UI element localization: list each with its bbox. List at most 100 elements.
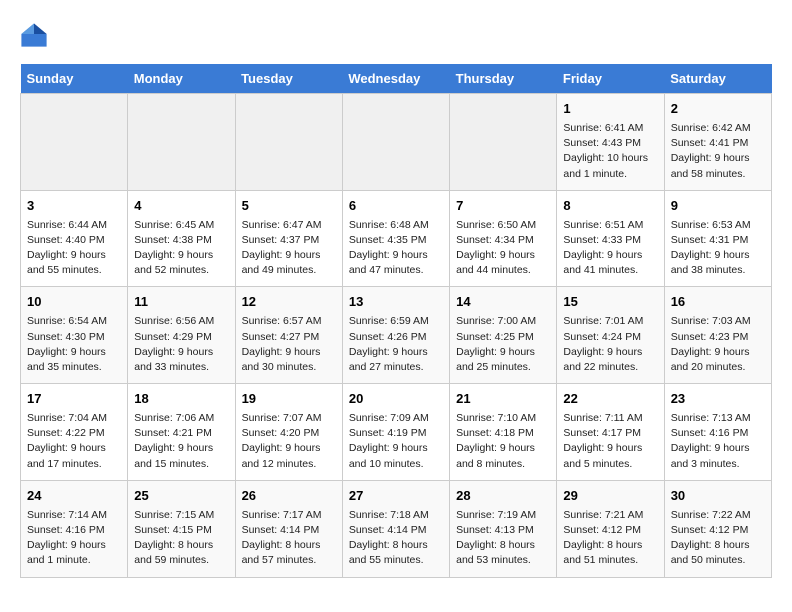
day-info: Sunrise: 6:41 AM Sunset: 4:43 PM Dayligh…: [563, 121, 657, 182]
calendar-cell: 20 Sunrise: 7:09 AM Sunset: 4:19 PM Dayli…: [342, 384, 449, 481]
day-info: Sunrise: 7:04 AM Sunset: 4:22 PM Dayligh…: [27, 411, 121, 472]
calendar-cell: [128, 94, 235, 191]
day-info: Sunrise: 6:42 AM Sunset: 4:41 PM Dayligh…: [671, 121, 765, 182]
calendar-cell: 29 Sunrise: 7:21 AM Sunset: 4:12 PM Dayli…: [557, 480, 664, 577]
calendar-cell: 14 Sunrise: 7:00 AM Sunset: 4:25 PM Dayli…: [450, 287, 557, 384]
calendar-cell: 25 Sunrise: 7:15 AM Sunset: 4:15 PM Dayli…: [128, 480, 235, 577]
calendar-week-2: 3Sunrise: 6:44 AM Sunset: 4:40 PM Daylig…: [21, 190, 772, 287]
day-info: Sunrise: 7:00 AM Sunset: 4:25 PM Dayligh…: [456, 314, 550, 375]
calendar-cell: 18Sunrise: 7:06 AM Sunset: 4:21 PM Dayli…: [128, 384, 235, 481]
day-number: 24: [27, 487, 121, 506]
day-info: Sunrise: 7:18 AM Sunset: 4:14 PM Dayligh…: [349, 508, 443, 569]
day-number: 11: [134, 293, 228, 312]
day-number: 15: [563, 293, 657, 312]
day-header-sunday: Sunday: [21, 64, 128, 94]
calendar-cell: 7 Sunrise: 6:50 AM Sunset: 4:34 PM Daylig…: [450, 190, 557, 287]
calendar-week-3: 10Sunrise: 6:54 AM Sunset: 4:30 PM Dayli…: [21, 287, 772, 384]
day-number: 6: [349, 197, 443, 216]
day-number: 29: [563, 487, 657, 506]
day-number: 30: [671, 487, 765, 506]
calendar-cell: 15 Sunrise: 7:01 AM Sunset: 4:24 PM Dayli…: [557, 287, 664, 384]
calendar-cell: [21, 94, 128, 191]
calendar-week-4: 17 Sunrise: 7:04 AM Sunset: 4:22 PM Dayli…: [21, 384, 772, 481]
day-number: 18: [134, 390, 228, 409]
calendar-cell: [235, 94, 342, 191]
calendar-cell: 4 Sunrise: 6:45 AM Sunset: 4:38 PM Daylig…: [128, 190, 235, 287]
day-header-saturday: Saturday: [664, 64, 771, 94]
day-info: Sunrise: 7:09 AM Sunset: 4:19 PM Dayligh…: [349, 411, 443, 472]
calendar-cell: 16 Sunrise: 7:03 AM Sunset: 4:23 PM Dayli…: [664, 287, 771, 384]
day-info: Sunrise: 7:14 AM Sunset: 4:16 PM Dayligh…: [27, 508, 121, 569]
day-number: 7: [456, 197, 550, 216]
day-info: Sunrise: 6:53 AM Sunset: 4:31 PM Dayligh…: [671, 218, 765, 279]
calendar-cell: 2 Sunrise: 6:42 AM Sunset: 4:41 PM Daylig…: [664, 94, 771, 191]
day-info: Sunrise: 7:21 AM Sunset: 4:12 PM Dayligh…: [563, 508, 657, 569]
day-header-friday: Friday: [557, 64, 664, 94]
day-number: 26: [242, 487, 336, 506]
day-number: 19: [242, 390, 336, 409]
calendar-cell: [342, 94, 449, 191]
day-number: 27: [349, 487, 443, 506]
calendar-cell: 22 Sunrise: 7:11 AM Sunset: 4:17 PM Dayli…: [557, 384, 664, 481]
calendar-table: SundayMondayTuesdayWednesdayThursdayFrid…: [20, 64, 772, 578]
day-header-wednesday: Wednesday: [342, 64, 449, 94]
calendar-cell: 6 Sunrise: 6:48 AM Sunset: 4:35 PM Daylig…: [342, 190, 449, 287]
logo: [20, 20, 52, 48]
day-info: Sunrise: 7:19 AM Sunset: 4:13 PM Dayligh…: [456, 508, 550, 569]
calendar-cell: 30 Sunrise: 7:22 AM Sunset: 4:12 PM Dayli…: [664, 480, 771, 577]
calendar-cell: 17 Sunrise: 7:04 AM Sunset: 4:22 PM Dayli…: [21, 384, 128, 481]
calendar-cell: 23Sunrise: 7:13 AM Sunset: 4:16 PM Dayli…: [664, 384, 771, 481]
day-number: 1: [563, 100, 657, 119]
day-number: 14: [456, 293, 550, 312]
day-info: Sunrise: 7:13 AM Sunset: 4:16 PM Dayligh…: [671, 411, 765, 472]
calendar-cell: 28 Sunrise: 7:19 AM Sunset: 4:13 PM Dayli…: [450, 480, 557, 577]
day-header-thursday: Thursday: [450, 64, 557, 94]
day-number: 21: [456, 390, 550, 409]
calendar-cell: 1 Sunrise: 6:41 AM Sunset: 4:43 PM Daylig…: [557, 94, 664, 191]
calendar-cell: 13 Sunrise: 6:59 AM Sunset: 4:26 PM Dayli…: [342, 287, 449, 384]
day-info: Sunrise: 7:01 AM Sunset: 4:24 PM Dayligh…: [563, 314, 657, 375]
calendar-cell: 10Sunrise: 6:54 AM Sunset: 4:30 PM Dayli…: [21, 287, 128, 384]
calendar-cell: 9 Sunrise: 6:53 AM Sunset: 4:31 PM Daylig…: [664, 190, 771, 287]
day-info: Sunrise: 7:10 AM Sunset: 4:18 PM Dayligh…: [456, 411, 550, 472]
page-header: [20, 20, 772, 48]
day-info: Sunrise: 6:56 AM Sunset: 4:29 PM Dayligh…: [134, 314, 228, 375]
day-info: Sunrise: 7:17 AM Sunset: 4:14 PM Dayligh…: [242, 508, 336, 569]
calendar-cell: 24 Sunrise: 7:14 AM Sunset: 4:16 PM Dayli…: [21, 480, 128, 577]
day-header-tuesday: Tuesday: [235, 64, 342, 94]
day-number: 20: [349, 390, 443, 409]
calendar-cell: [450, 94, 557, 191]
day-number: 22: [563, 390, 657, 409]
day-number: 16: [671, 293, 765, 312]
day-info: Sunrise: 6:51 AM Sunset: 4:33 PM Dayligh…: [563, 218, 657, 279]
day-info: Sunrise: 7:03 AM Sunset: 4:23 PM Dayligh…: [671, 314, 765, 375]
day-number: 28: [456, 487, 550, 506]
calendar-week-5: 24 Sunrise: 7:14 AM Sunset: 4:16 PM Dayli…: [21, 480, 772, 577]
day-header-monday: Monday: [128, 64, 235, 94]
day-info: Sunrise: 7:07 AM Sunset: 4:20 PM Dayligh…: [242, 411, 336, 472]
calendar-header-row: SundayMondayTuesdayWednesdayThursdayFrid…: [21, 64, 772, 94]
day-info: Sunrise: 7:15 AM Sunset: 4:15 PM Dayligh…: [134, 508, 228, 569]
day-number: 12: [242, 293, 336, 312]
day-info: Sunrise: 6:50 AM Sunset: 4:34 PM Dayligh…: [456, 218, 550, 279]
day-number: 10: [27, 293, 121, 312]
day-number: 4: [134, 197, 228, 216]
day-number: 9: [671, 197, 765, 216]
day-number: 17: [27, 390, 121, 409]
day-number: 25: [134, 487, 228, 506]
day-info: Sunrise: 6:57 AM Sunset: 4:27 PM Dayligh…: [242, 314, 336, 375]
day-info: Sunrise: 6:47 AM Sunset: 4:37 PM Dayligh…: [242, 218, 336, 279]
day-number: 13: [349, 293, 443, 312]
calendar-cell: 3Sunrise: 6:44 AM Sunset: 4:40 PM Daylig…: [21, 190, 128, 287]
day-info: Sunrise: 7:22 AM Sunset: 4:12 PM Dayligh…: [671, 508, 765, 569]
day-info: Sunrise: 7:11 AM Sunset: 4:17 PM Dayligh…: [563, 411, 657, 472]
day-info: Sunrise: 6:59 AM Sunset: 4:26 PM Dayligh…: [349, 314, 443, 375]
day-info: Sunrise: 6:48 AM Sunset: 4:35 PM Dayligh…: [349, 218, 443, 279]
calendar-cell: 5Sunrise: 6:47 AM Sunset: 4:37 PM Daylig…: [235, 190, 342, 287]
calendar-cell: 26 Sunrise: 7:17 AM Sunset: 4:14 PM Dayli…: [235, 480, 342, 577]
day-info: Sunrise: 6:45 AM Sunset: 4:38 PM Dayligh…: [134, 218, 228, 279]
day-number: 2: [671, 100, 765, 119]
calendar-cell: 19 Sunrise: 7:07 AM Sunset: 4:20 PM Dayli…: [235, 384, 342, 481]
day-number: 8: [563, 197, 657, 216]
day-number: 3: [27, 197, 121, 216]
